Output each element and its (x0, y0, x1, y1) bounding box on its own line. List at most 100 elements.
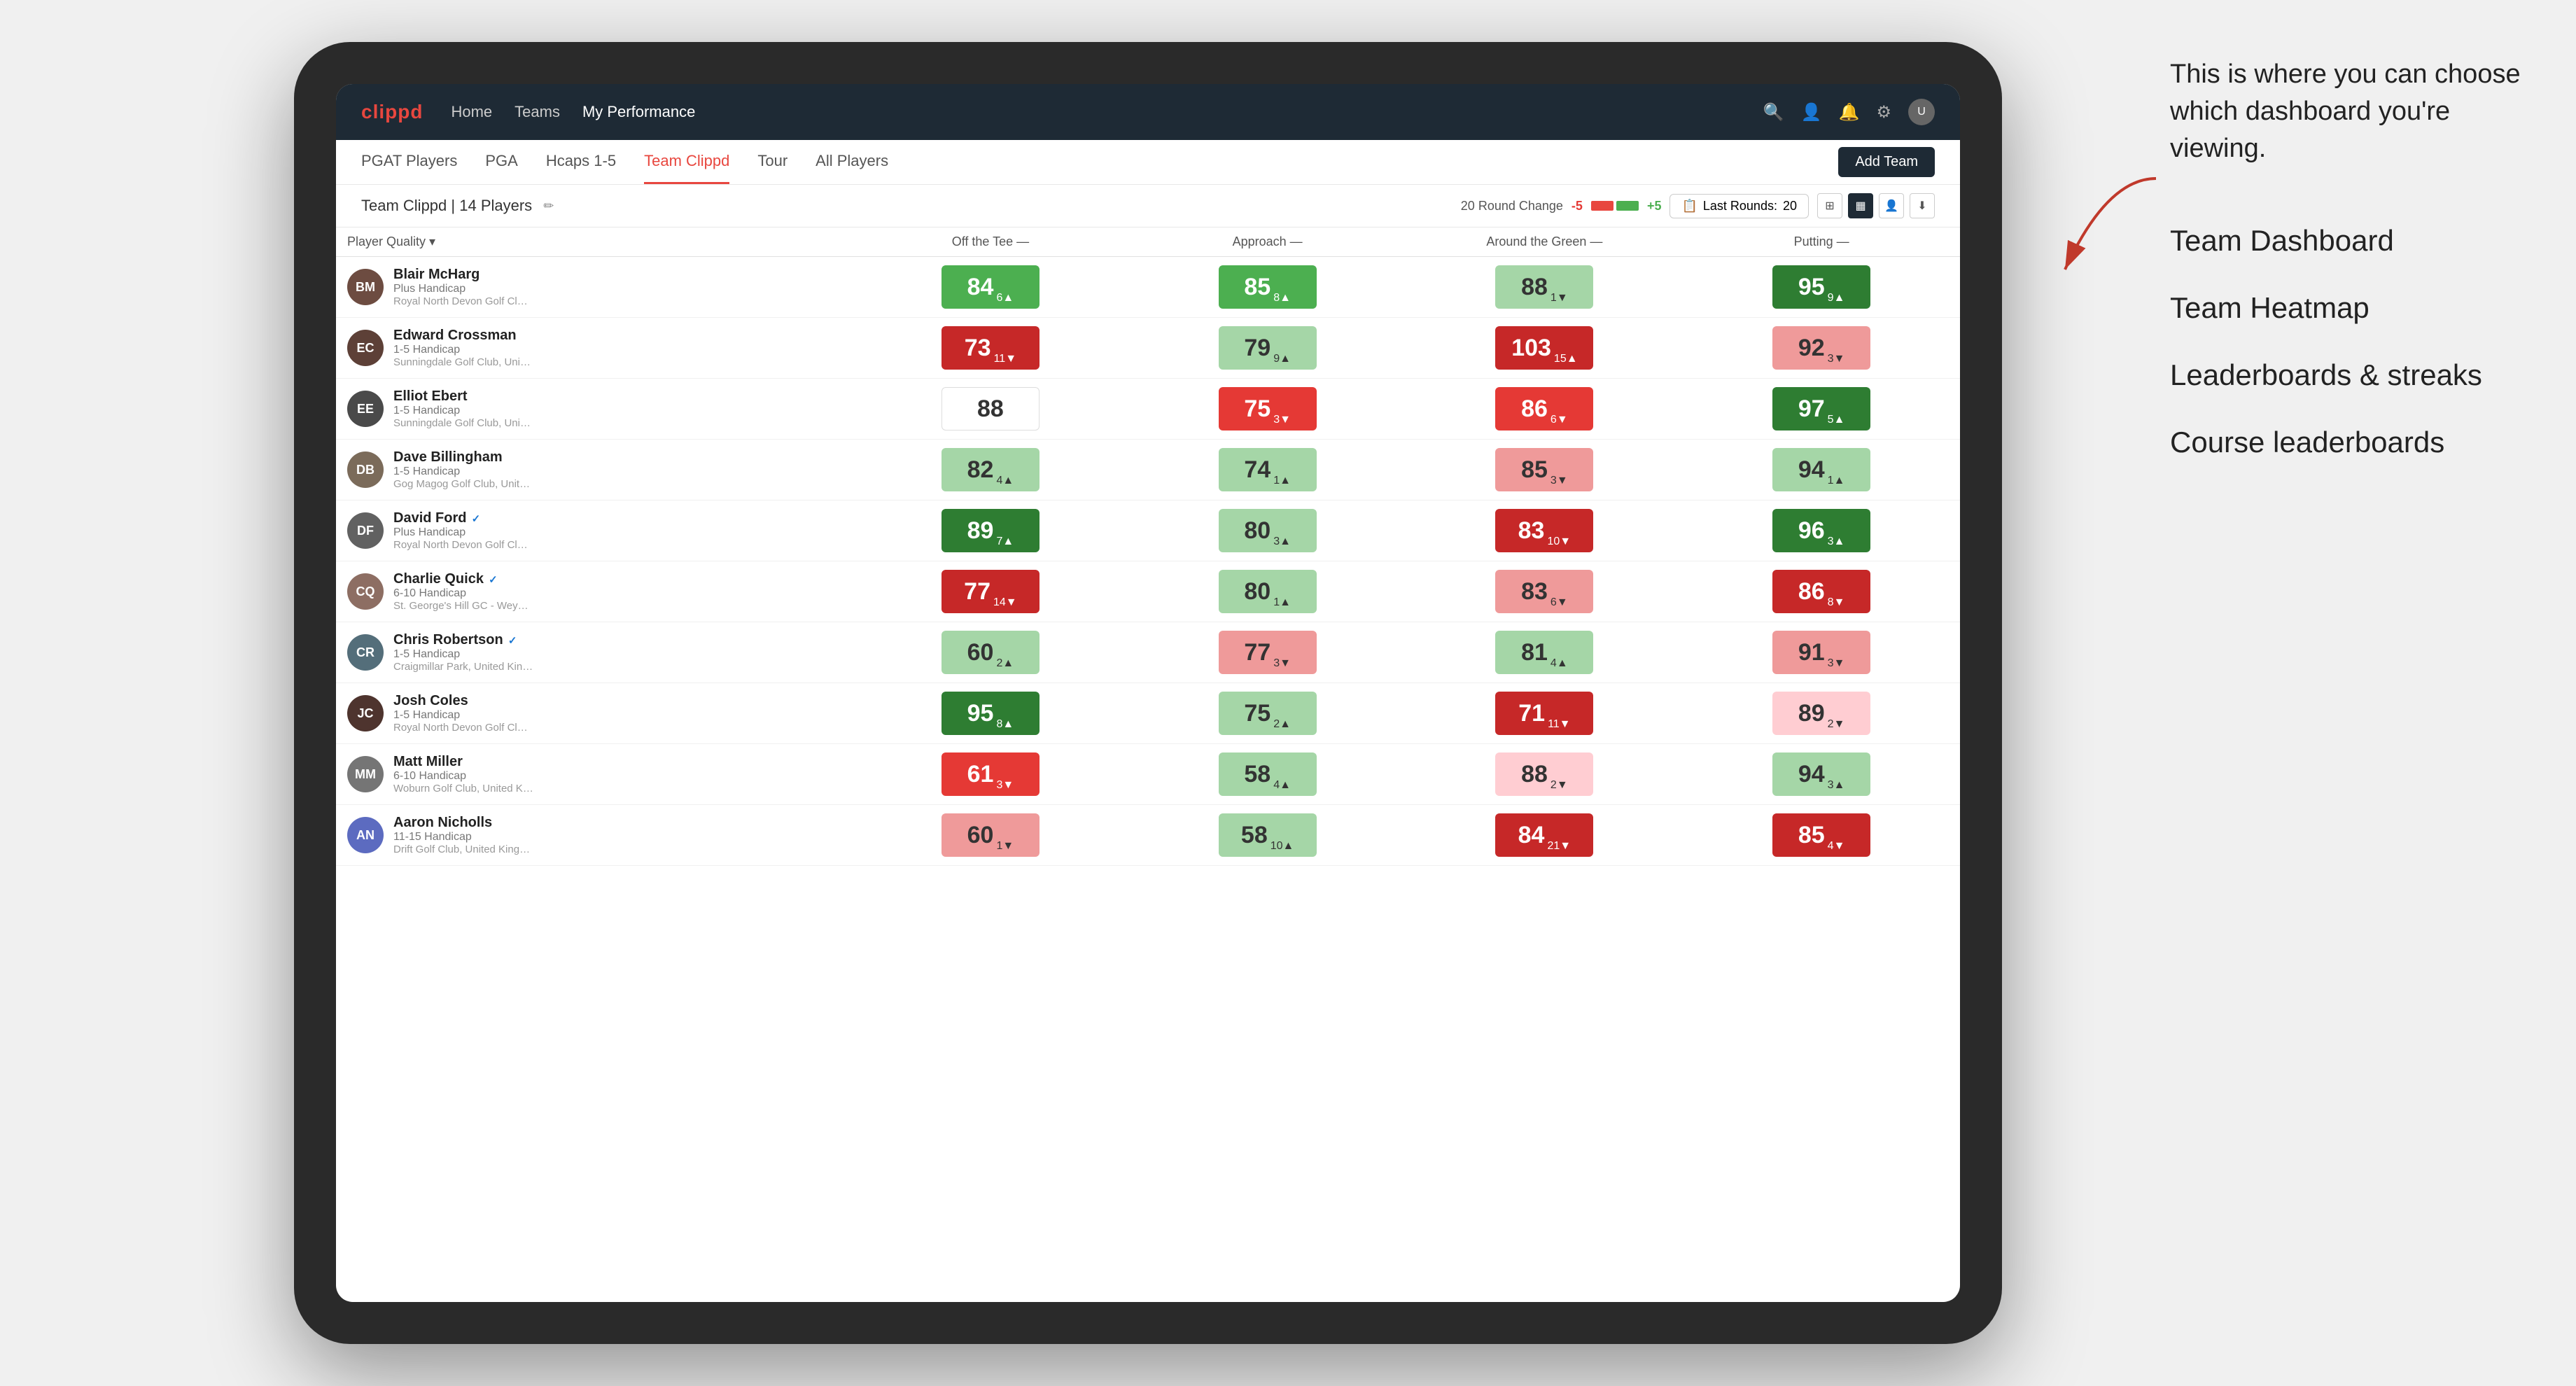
player-cell-6[interactable]: CRChris Robertson ✓1-5 HandicapCraigmill… (336, 622, 852, 683)
player-cell-2[interactable]: EEElliot Ebert1-5 HandicapSunningdale Go… (336, 379, 852, 440)
score-change: 7▲ (996, 536, 1014, 552)
score-value: 88 (977, 396, 1004, 423)
nav-my-performance[interactable]: My Performance (582, 103, 695, 121)
score-change: 6▼ (1550, 596, 1568, 613)
player-cell-5[interactable]: CQCharlie Quick ✓6-10 HandicapSt. George… (336, 561, 852, 622)
view-person-icon[interactable]: 👤 (1879, 193, 1904, 218)
score-approach-7: 752▲ (1129, 683, 1406, 744)
score-change: 6▼ (1550, 414, 1568, 430)
score-value: 89 (1798, 700, 1825, 727)
last-rounds-button[interactable]: 📋 Last Rounds: 20 (1670, 194, 1809, 218)
player-cell-8[interactable]: MMMatt Miller6-10 HandicapWoburn Golf Cl… (336, 744, 852, 805)
score-change: 3▼ (996, 779, 1014, 796)
score-change: 4▲ (1550, 657, 1568, 674)
score-offTee-6: 602▲ (852, 622, 1129, 683)
table-row: DFDavid Ford ✓Plus HandicapRoyal North D… (336, 500, 1960, 561)
score-change: 2▲ (996, 657, 1014, 674)
score-aroundGreen-6: 814▲ (1406, 622, 1684, 683)
tab-team-clippd[interactable]: Team Clippd (644, 140, 729, 184)
score-value: 88 (1521, 274, 1548, 301)
th-around-green[interactable]: Around the Green — (1406, 227, 1684, 257)
avatar-4: DF (347, 512, 384, 549)
ipad-screen: clippd Home Teams My Performance 🔍 👤 🔔 ⚙… (336, 84, 1960, 1302)
th-off-tee[interactable]: Off the Tee — (852, 227, 1129, 257)
table-row: JCJosh Coles1-5 HandicapRoyal North Devo… (336, 683, 1960, 744)
score-aroundGreen-7: 7111▼ (1406, 683, 1684, 744)
player-cell-7[interactable]: JCJosh Coles1-5 HandicapRoyal North Devo… (336, 683, 852, 744)
annotation-item-1: Team Heatmap (2170, 291, 2534, 325)
player-cell-4[interactable]: DFDavid Ford ✓Plus HandicapRoyal North D… (336, 500, 852, 561)
nav-teams[interactable]: Teams (514, 103, 560, 121)
settings-icon[interactable]: ⚙ (1876, 102, 1891, 122)
tab-hcaps[interactable]: Hcaps 1-5 (546, 140, 616, 184)
view-grid-icon[interactable]: ⊞ (1817, 193, 1842, 218)
score-value: 84 (967, 274, 994, 301)
score-change: 4▲ (996, 475, 1014, 491)
bell-icon[interactable]: 🔔 (1839, 102, 1860, 122)
score-value: 75 (1244, 396, 1270, 423)
score-value: 96 (1798, 517, 1825, 545)
th-approach[interactable]: Approach — (1129, 227, 1406, 257)
player-club-9: Drift Golf Club, United Kingdom (393, 844, 533, 855)
avatar-0: BM (347, 269, 384, 305)
score-value: 85 (1521, 456, 1548, 484)
nav-items: Home Teams My Performance (451, 103, 1735, 121)
nav-icons: 🔍 👤 🔔 ⚙ U (1763, 99, 1935, 125)
search-icon[interactable]: 🔍 (1763, 102, 1784, 122)
score-offTee-7: 958▲ (852, 683, 1129, 744)
table-row: ANAaron Nicholls11-15 HandicapDrift Golf… (336, 805, 1960, 866)
logo: clippd (361, 101, 423, 123)
player-cell-3[interactable]: DBDave Billingham1-5 HandicapGog Magog G… (336, 440, 852, 500)
score-aroundGreen-9: 8421▼ (1406, 805, 1684, 866)
player-club-4: Royal North Devon Golf Club, United King… (393, 539, 533, 551)
score-offTee-2: 88 (852, 379, 1129, 440)
score-putting-5: 868▼ (1683, 561, 1960, 622)
score-change: 4▼ (1828, 840, 1845, 857)
player-handicap-4: Plus Handicap (393, 526, 533, 539)
tab-pgat-players[interactable]: PGAT Players (361, 140, 457, 184)
player-cell-0[interactable]: BMBlair McHargPlus HandicapRoyal North D… (336, 257, 852, 318)
score-value: 95 (1798, 274, 1825, 301)
score-change: 4▲ (1273, 779, 1291, 796)
score-value: 77 (964, 578, 990, 606)
nav-home[interactable]: Home (451, 103, 492, 121)
avatar[interactable]: U (1908, 99, 1935, 125)
score-change: 8▲ (996, 718, 1014, 735)
score-value: 103 (1511, 335, 1551, 362)
score-value: 80 (1244, 517, 1270, 545)
score-change: 21▼ (1547, 840, 1571, 857)
sub-nav: PGAT Players PGA Hcaps 1-5 Team Clippd T… (336, 140, 1960, 185)
th-putting[interactable]: Putting — (1683, 227, 1960, 257)
th-player[interactable]: Player Quality ▾ (336, 227, 852, 257)
edit-icon[interactable]: ✏ (543, 199, 554, 214)
annotation-intro: This is where you can choose which dashb… (2170, 56, 2534, 168)
score-change: 2▲ (1273, 718, 1291, 735)
score-approach-6: 773▼ (1129, 622, 1406, 683)
tab-tour[interactable]: Tour (757, 140, 788, 184)
player-cell-1[interactable]: ECEdward Crossman1-5 HandicapSunningdale… (336, 318, 852, 379)
view-icons: ⊞ ▦ 👤 ⬇ (1817, 193, 1935, 218)
score-approach-3: 741▲ (1129, 440, 1406, 500)
score-approach-2: 753▼ (1129, 379, 1406, 440)
score-putting-8: 943▲ (1683, 744, 1960, 805)
view-download-icon[interactable]: ⬇ (1910, 193, 1935, 218)
table-row: CQCharlie Quick ✓6-10 HandicapSt. George… (336, 561, 1960, 622)
add-team-button[interactable]: Add Team (1838, 147, 1935, 177)
player-handicap-9: 11-15 Handicap (393, 831, 533, 844)
score-value: 71 (1518, 700, 1545, 727)
player-cell-9[interactable]: ANAaron Nicholls11-15 HandicapDrift Golf… (336, 805, 852, 866)
avatar-6: CR (347, 634, 384, 671)
tab-pga[interactable]: PGA (485, 140, 517, 184)
score-aroundGreen-4: 8310▼ (1406, 500, 1684, 561)
tab-all-players[interactable]: All Players (816, 140, 888, 184)
person-icon[interactable]: 👤 (1801, 102, 1822, 122)
score-putting-2: 975▲ (1683, 379, 1960, 440)
player-handicap-8: 6-10 Handicap (393, 770, 533, 783)
bar-red (1591, 201, 1614, 211)
score-approach-5: 801▲ (1129, 561, 1406, 622)
score-offTee-8: 613▼ (852, 744, 1129, 805)
bar-green (1616, 201, 1639, 211)
table-head: Player Quality ▾ Off the Tee — Approach … (336, 227, 1960, 257)
score-value: 79 (1244, 335, 1270, 362)
view-list-icon[interactable]: ▦ (1848, 193, 1873, 218)
